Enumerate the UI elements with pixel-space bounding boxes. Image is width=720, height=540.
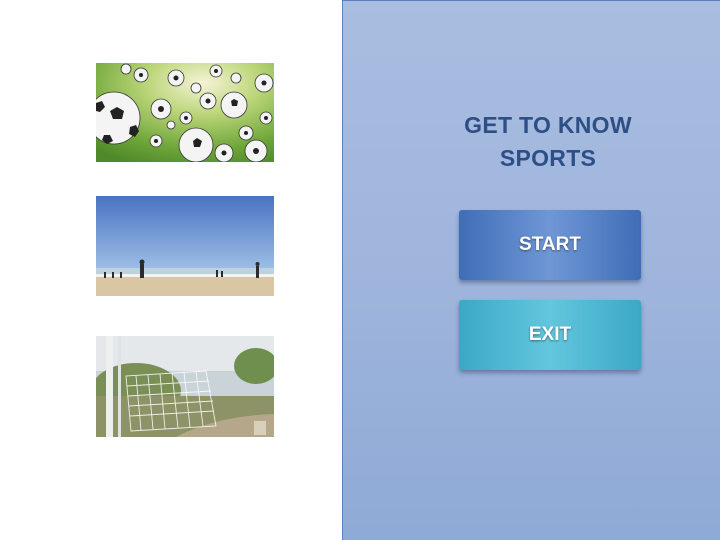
exit-button-label: EXIT (528, 324, 572, 345)
menu-panel: GET TO KNOW SPORTS START EXIT (342, 0, 720, 540)
soccer-balls-photo (96, 63, 274, 162)
title-line-1: GET TO KNOW (464, 112, 632, 138)
image-column (0, 0, 342, 540)
beach-soccer-photo (96, 196, 274, 296)
start-button[interactable]: START (459, 210, 641, 280)
page-title: GET TO KNOW SPORTS (443, 109, 653, 175)
start-button-label: START (519, 234, 581, 255)
exit-button[interactable]: EXIT (459, 300, 641, 370)
soccer-goal-net-photo (96, 336, 274, 437)
title-line-2: SPORTS (499, 145, 597, 171)
